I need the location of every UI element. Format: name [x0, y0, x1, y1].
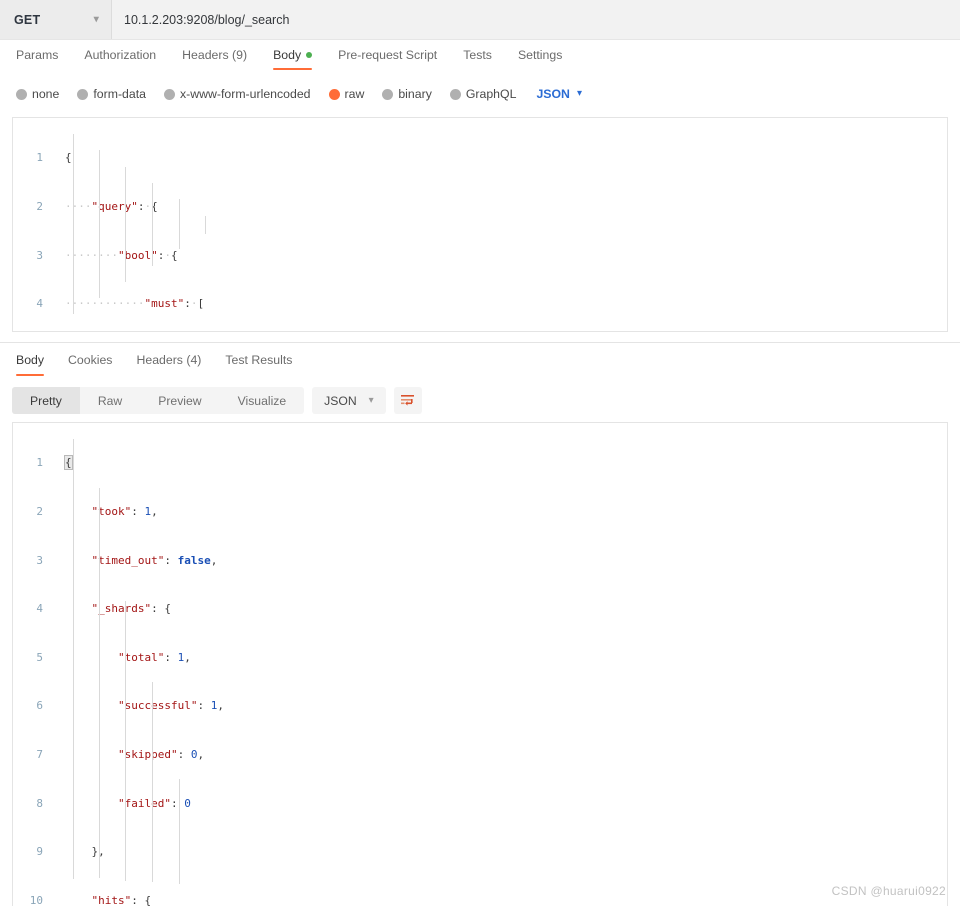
chevron-down-icon: ▾: [576, 88, 582, 99]
radio-icon: [382, 88, 394, 100]
postman-window: GET ▾ 10.1.2.203:9208/blog/_search Param…: [0, 0, 960, 906]
view-label: Pretty: [30, 393, 62, 408]
url-input[interactable]: 10.1.2.203:9208/blog/_search: [112, 0, 960, 39]
body-type-row: none form-data x-www-form-urlencoded raw…: [0, 81, 960, 107]
view-preview[interactable]: Preview: [140, 387, 219, 414]
body-format-select[interactable]: JSON ▾: [536, 87, 582, 101]
chevron-down-icon: ▾: [368, 394, 374, 406]
tab-label: Headers (9): [182, 48, 248, 62]
code-line: 3 ········"bool":·{: [36, 248, 178, 262]
wrap-text-icon: [400, 394, 414, 406]
wrap-lines-button[interactable]: [393, 387, 422, 414]
radio-icon: [163, 88, 175, 100]
http-method-label: GET: [14, 12, 41, 27]
tab-headers[interactable]: Headers (9): [182, 48, 247, 70]
body-type-label: GraphQL: [465, 87, 517, 101]
body-type-raw[interactable]: raw: [328, 87, 365, 101]
view-pretty[interactable]: Pretty: [12, 387, 80, 414]
code-line: 6 "successful": 1,: [36, 699, 224, 713]
request-tabs: Params Authorization Headers (9) Body Pr…: [0, 45, 960, 73]
code-line: 1{: [36, 151, 72, 165]
body-modified-dot-icon: [306, 52, 313, 58]
request-url-bar: GET ▾ 10.1.2.203:9208/blog/_search: [0, 0, 960, 40]
code-line: 2 ····"query":·{: [36, 200, 158, 213]
response-tab-cookies[interactable]: Cookies: [68, 353, 112, 376]
code-line: 5 "total": 1,: [36, 650, 191, 664]
body-type-none[interactable]: none: [16, 87, 59, 101]
tab-authorization[interactable]: Authorization: [84, 48, 156, 70]
body-type-label: x-www-form-urlencoded: [179, 87, 311, 101]
body-format-label: JSON: [536, 87, 570, 101]
radio-icon: [449, 88, 461, 100]
tab-label: Body: [273, 48, 302, 62]
body-type-label: none: [32, 87, 60, 101]
body-type-label: form-data: [93, 87, 146, 101]
tab-label: Pre-request Script: [338, 48, 438, 62]
radio-icon: [77, 88, 89, 100]
request-body-code[interactable]: 1{ 2 ····"query":·{ 3 ········"bool":·{ 4 ·…: [13, 118, 947, 331]
code-line: 1{: [36, 455, 73, 471]
code-line: 4 ············"must":·[: [36, 297, 205, 311]
body-type-binary[interactable]: binary: [382, 87, 432, 101]
watermark: CSDN @huarui0922: [831, 884, 946, 898]
tab-label: Headers (4): [136, 352, 202, 367]
response-separator: [0, 342, 960, 343]
tab-label: Body: [16, 352, 45, 367]
view-visualize[interactable]: Visualize: [220, 387, 305, 414]
view-label: Preview: [158, 393, 202, 408]
body-type-label: raw: [344, 87, 365, 101]
radio-icon: [16, 88, 27, 100]
view-label: Visualize: [237, 393, 287, 408]
body-type-urlencoded[interactable]: x-www-form-urlencoded: [163, 87, 311, 101]
response-tab-test-results[interactable]: Test Results: [225, 353, 292, 376]
response-body-code[interactable]: 1{ 2 "took": 1, 3 "timed_out": false, 4 …: [13, 423, 947, 906]
body-type-label: binary: [398, 87, 432, 101]
tab-label: Settings: [517, 48, 563, 62]
tab-pre-request-script[interactable]: Pre-request Script: [338, 48, 437, 70]
tab-label: Cookies: [68, 352, 113, 367]
tab-tests[interactable]: Tests: [463, 48, 492, 70]
http-method-select[interactable]: GET ▾: [0, 0, 112, 39]
code-line: 2 "took": 1,: [36, 505, 158, 518]
tab-label: Params: [16, 48, 59, 62]
tab-label: Authorization: [84, 48, 157, 62]
radio-selected-icon: [328, 88, 340, 100]
code-line: 10 "hits": {: [29, 893, 152, 906]
response-tab-headers[interactable]: Headers (4): [136, 353, 201, 376]
view-label: Raw: [97, 393, 123, 408]
tab-body[interactable]: Body: [273, 48, 313, 70]
body-type-form-data[interactable]: form-data: [77, 87, 146, 101]
response-view-switcher: Pretty Raw Preview Visualize: [12, 387, 305, 414]
chevron-down-icon: ▾: [93, 13, 99, 25]
code-line: 8 "failed": 0: [36, 796, 191, 810]
code-line: 7 "skipped": 0,: [36, 747, 205, 761]
view-raw[interactable]: Raw: [80, 387, 140, 414]
code-line: 3 "timed_out": false,: [36, 553, 218, 567]
body-type-graphql[interactable]: GraphQL: [449, 87, 517, 101]
request-body-editor[interactable]: 1{ 2 ····"query":·{ 3 ········"bool":·{ 4 ·…: [12, 117, 948, 332]
response-tab-body[interactable]: Body: [16, 352, 45, 376]
response-body-editor[interactable]: 1{ 2 "took": 1, 3 "timed_out": false, 4 …: [12, 422, 948, 906]
response-tabs: Body Cookies Headers (4) Test Results: [0, 349, 960, 379]
tab-label: Test Results: [225, 352, 293, 367]
tab-params[interactable]: Params: [16, 48, 58, 70]
response-format-select[interactable]: JSON ▾: [312, 387, 386, 414]
response-format-label: JSON: [324, 393, 357, 408]
code-line: 4 "_shards": {: [36, 602, 171, 616]
tab-settings[interactable]: Settings: [518, 48, 562, 70]
code-line: 9 },: [36, 845, 105, 859]
response-view-controls: Pretty Raw Preview Visualize JSON ▾: [0, 387, 960, 414]
url-text: 10.1.2.203:9208/blog/_search: [124, 12, 290, 27]
tab-label: Tests: [463, 48, 492, 62]
